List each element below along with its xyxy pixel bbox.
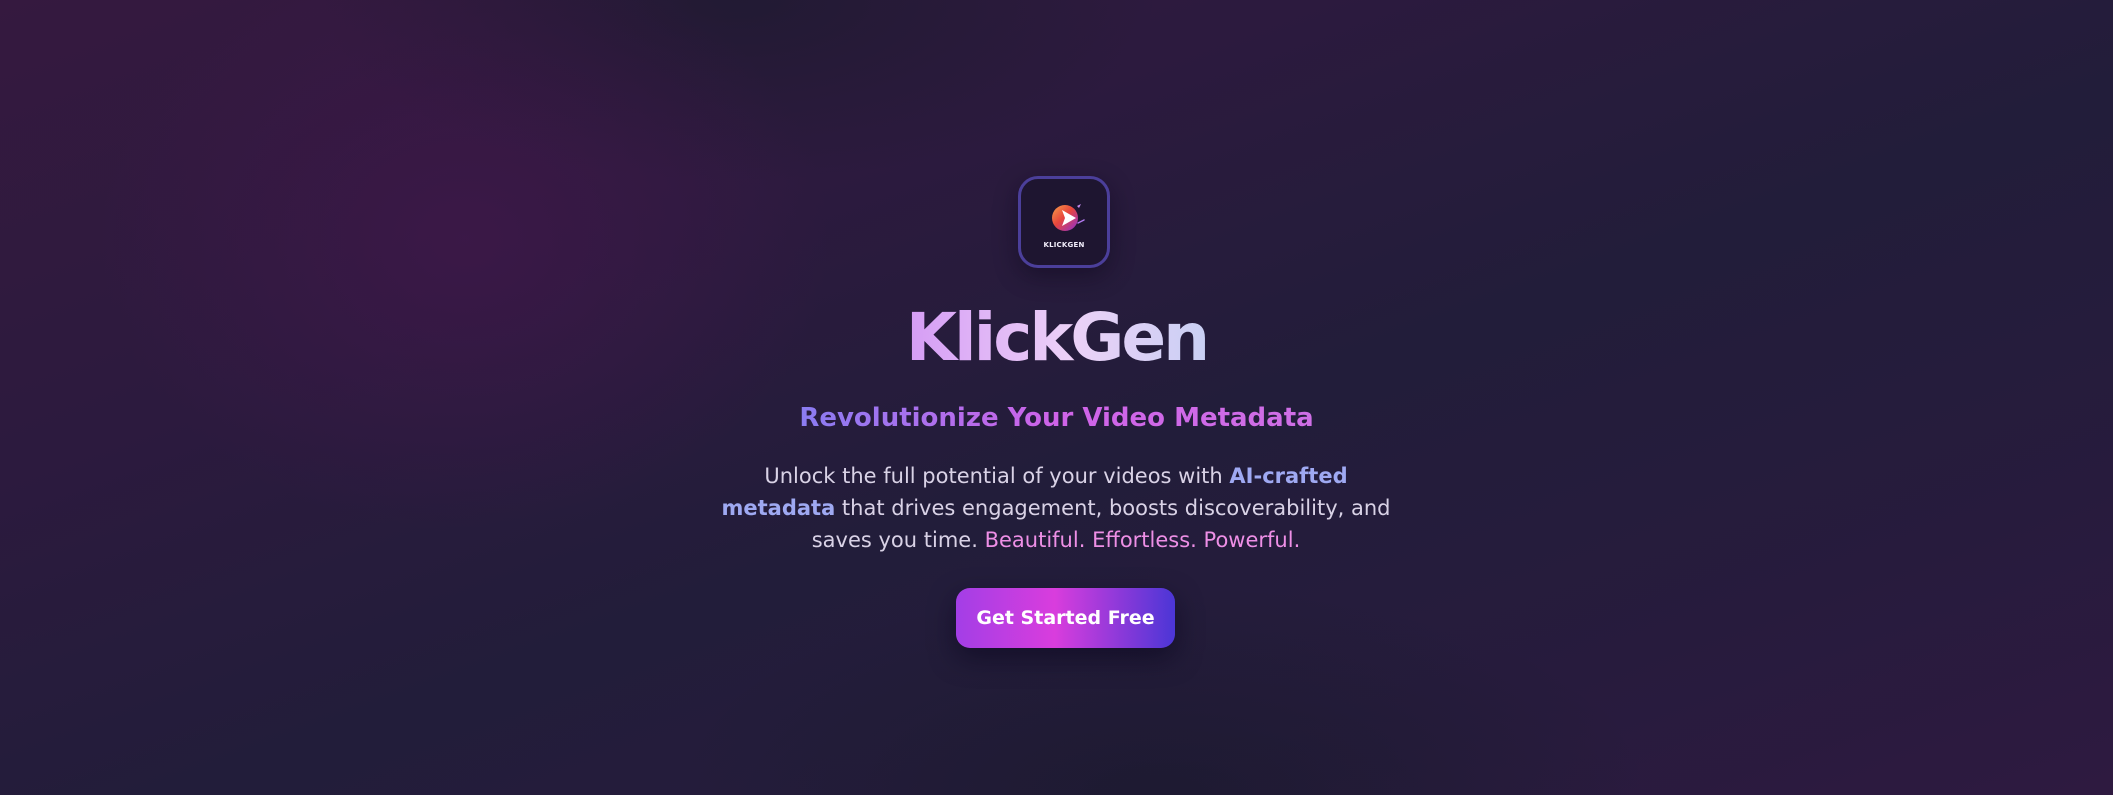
description-period: . — [1293, 528, 1301, 552]
brand-title-text: KlickGen — [905, 299, 1210, 376]
brand-title: KlickGen — [0, 296, 2113, 380]
hero-section: KLICKGEN KlickGen Revolutionize Your Vid… — [0, 0, 2113, 795]
klickgen-logo-icon — [1052, 204, 1085, 231]
app-logo: KLICKGEN — [1018, 176, 1110, 268]
description-text-start: Unlock the full potential of your videos… — [764, 464, 1230, 488]
get-started-button[interactable]: Get Started Free — [956, 588, 1175, 648]
description-word-effortless: Effortless — [1092, 528, 1191, 552]
description-word-powerful: Powerful — [1203, 528, 1294, 552]
tagline-text: Revolutionize Your Video Metadata — [799, 403, 1314, 433]
description-word-beautiful: Beautiful — [984, 528, 1079, 552]
description-period: . — [1190, 528, 1197, 552]
hero-description: Unlock the full potential of your videos… — [716, 460, 1396, 556]
tagline: Revolutionize Your Video Metadata — [0, 398, 2113, 438]
description-period: . — [1078, 528, 1086, 552]
logo-wordmark: KLICKGEN — [1043, 241, 1085, 249]
